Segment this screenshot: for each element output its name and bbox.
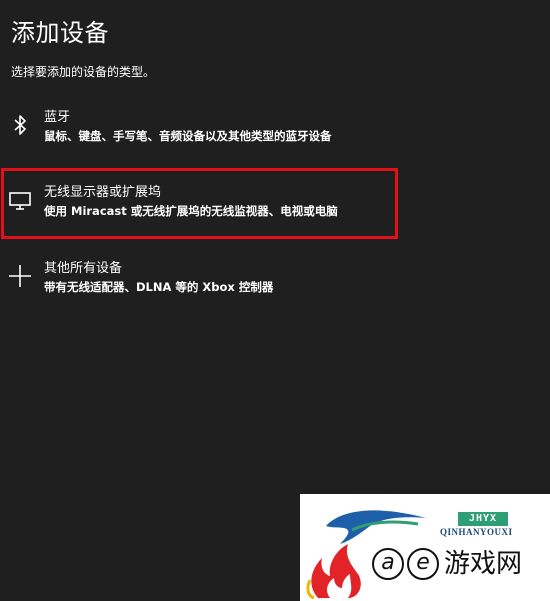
option-label: 其他所有设备 (44, 261, 123, 276)
option-description: 鼠标、键盘、手写笔、音频设备以及其他类型的蓝牙设备 (44, 129, 332, 143)
watermark-site-name-row: a e 游戏网 (372, 548, 522, 588)
flame-logo (306, 544, 361, 600)
highlight-box (1, 168, 398, 239)
watermark-site-name: 游戏网 (444, 549, 523, 579)
circle-letter-a: a (372, 548, 404, 580)
bluetooth-icon (8, 113, 32, 137)
watermark: JHYX QINHANYOUXI a e 游戏网 (300, 494, 550, 601)
circle-letter-e: e (407, 548, 439, 580)
dialog-subtitle: 选择要添加的设备的类型。 (11, 65, 156, 79)
option-other-devices[interactable]: 其他所有设备 带有无线适配器、DLNA 等的 Xbox 控制器 (0, 260, 420, 308)
option-label: 蓝牙 (44, 110, 71, 125)
watermark-pinyin: QINHANYOUXI (440, 527, 513, 537)
option-description: 带有无线适配器、DLNA 等的 Xbox 控制器 (44, 280, 274, 294)
option-bluetooth[interactable]: 蓝牙 鼠标、键盘、手写笔、音频设备以及其他类型的蓝牙设备 (0, 109, 420, 157)
plus-icon (8, 264, 32, 288)
watermark-brand: JHYX (458, 512, 508, 526)
dialog-title: 添加设备 (11, 19, 109, 47)
